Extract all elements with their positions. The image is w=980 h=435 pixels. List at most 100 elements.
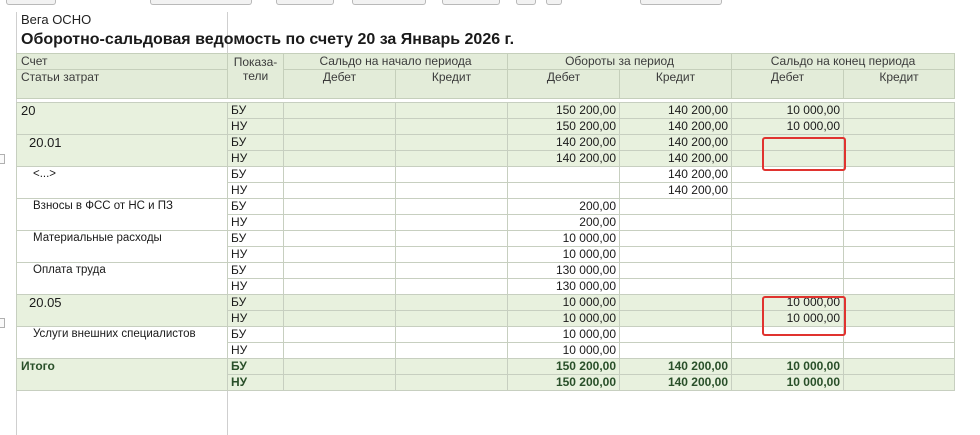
account-name: Материальные расходы [16,230,228,263]
indicator-cell: БУ [227,198,284,215]
open-debit-cell [283,326,396,343]
table-row[interactable]: Итого БУ 150 200,00 140 200,00 10 000,00 [16,358,956,391]
table-row[interactable]: 20.01 БУ 140 200,00 140 200,00 [16,134,956,167]
turn-credit-cell: 140 200,00 [618,358,733,375]
open-debit-cell [283,230,396,247]
table-row[interactable]: Услуги внешних специалистов БУ 10 000,00 [16,326,956,359]
table-row[interactable]: Оплата труда БУ 130 000,00 [16,262,956,295]
turn-debit-cell: 140 200,00 [507,134,620,151]
open-credit-cell [395,326,508,343]
open-debit-cell [283,374,396,391]
turn-credit-cell [618,230,733,247]
header-account: Счет [16,53,228,70]
collapse-icon[interactable] [0,154,5,164]
indicator-cell: НУ [227,246,284,263]
indicator-cell: БУ [227,166,284,183]
header-closing-balance: Сальдо на конец периода [731,53,956,70]
turn-debit-cell: 130 000,00 [507,278,620,295]
close-credit-cell [843,262,956,279]
toolbar-button[interactable] [640,0,722,5]
account-name: Взносы в ФСС от НС и ПЗ [16,198,228,231]
open-credit-cell [395,294,508,311]
open-debit-cell [283,294,396,311]
turn-credit-cell: 140 200,00 [618,134,733,151]
collapse-icon[interactable] [0,318,5,328]
indicator-cell: НУ [227,182,284,199]
turn-debit-cell: 150 200,00 [507,102,620,119]
turn-debit-cell: 150 200,00 [507,374,620,391]
open-credit-cell [395,198,508,215]
turn-credit-cell [618,278,733,295]
indicator-cell: НУ [227,342,284,359]
close-debit-cell: 10 000,00 [731,374,845,391]
close-credit-cell [843,294,956,311]
indicator-cell: НУ [227,310,284,327]
close-credit-cell [843,182,956,199]
table-row[interactable]: <...> БУ 140 200,00 [16,166,956,199]
toolbar-button[interactable] [352,0,426,5]
open-debit-cell [283,262,396,279]
open-debit-cell [283,118,396,135]
close-debit-cell [731,214,845,231]
close-debit-cell: 10 000,00 [731,294,845,311]
account-name: 20.05 [16,294,228,327]
turn-credit-cell [618,326,733,343]
toolbar-button[interactable] [442,0,500,5]
open-credit-cell [395,118,508,135]
indicator-cell: БУ [227,102,284,119]
close-credit-cell [843,214,956,231]
indicator-cell: БУ [227,358,284,375]
turn-credit-cell: 140 200,00 [618,118,733,135]
org-name: Вега ОСНО [21,12,92,27]
toolbar-button[interactable] [276,0,334,5]
turn-credit-cell [618,294,733,311]
close-debit-cell [731,262,845,279]
open-credit-cell [395,134,508,151]
indicator-cell: БУ [227,326,284,343]
close-credit-cell [843,246,956,263]
indicator-cell: НУ [227,214,284,231]
table-row[interactable]: 20.05 БУ 10 000,00 10 000,00 [16,294,956,327]
turn-credit-cell: 140 200,00 [618,374,733,391]
indicator-cell: НУ [227,150,284,167]
open-debit-cell [283,310,396,327]
close-credit-cell [843,374,956,391]
close-debit-cell [731,230,845,247]
open-credit-cell [395,246,508,263]
header-cost-items: Статьи затрат [16,69,228,99]
grouping-gutter [0,0,16,435]
toolbar-button[interactable] [546,0,562,5]
turn-debit-cell: 150 200,00 [507,118,620,135]
turn-credit-cell [618,246,733,263]
account-name: 20.01 [16,134,228,167]
close-credit-cell [843,326,956,343]
close-credit-cell [843,230,956,247]
header-turnover-debit: Дебет [507,69,620,99]
close-credit-cell [843,134,956,151]
table-row[interactable]: Материальные расходы БУ 10 000,00 [16,230,956,263]
turn-debit-cell: 10 000,00 [507,326,620,343]
table-row[interactable]: Взносы в ФСС от НС и ПЗ БУ 200,00 [16,198,956,231]
toolbar-button[interactable] [516,0,536,5]
open-credit-cell [395,342,508,359]
turn-credit-cell [618,310,733,327]
open-credit-cell [395,102,508,119]
turn-credit-cell: 140 200,00 [618,182,733,199]
close-debit-cell: 10 000,00 [731,102,845,119]
turn-credit-cell: 140 200,00 [618,150,733,167]
close-credit-cell [843,166,956,183]
open-debit-cell [283,150,396,167]
toolbar-button[interactable] [150,0,252,5]
close-credit-cell [843,102,956,119]
open-credit-cell [395,182,508,199]
open-debit-cell [283,342,396,359]
open-debit-cell [283,214,396,231]
turnover-balance-table: Счет Показа-тели Сальдо на начало период… [16,53,956,391]
turn-debit-cell: 200,00 [507,214,620,231]
turn-debit-cell: 10 000,00 [507,310,620,327]
header-indicators: Показа-тели [227,53,284,99]
open-credit-cell [395,278,508,295]
open-credit-cell [395,262,508,279]
table-row[interactable]: 20 БУ 150 200,00 140 200,00 10 000,00 [16,102,956,135]
open-debit-cell [283,246,396,263]
